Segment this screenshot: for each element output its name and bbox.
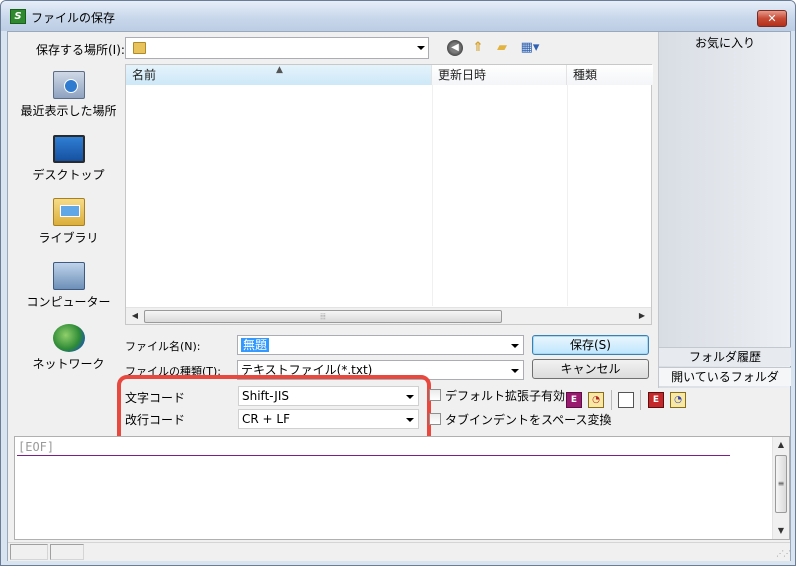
chevron-down-icon: [511, 369, 519, 373]
back-icon[interactable]: ◀: [447, 40, 463, 56]
up-folder-icon[interactable]: ⇑: [470, 40, 486, 56]
encoding-history-icon[interactable]: ◔: [588, 392, 604, 408]
chevron-down-icon[interactable]: [511, 344, 519, 348]
place-label: ライブラリ: [38, 231, 99, 245]
save-button[interactable]: 保存(S): [532, 335, 649, 355]
column-label: 名前: [132, 68, 157, 82]
eof-underline: [17, 455, 730, 456]
scroll-right-icon[interactable]: ▶: [634, 309, 650, 323]
location-label: 保存する場所(I):: [36, 43, 125, 57]
save-dialog-window: S ファイルの保存 ✕ 保存する場所(I): ◀ ⇑ ▰ ▦▾ 最近表示した場所…: [0, 0, 796, 566]
close-button[interactable]: ✕: [757, 10, 787, 27]
filename-field[interactable]: 無題: [237, 335, 524, 355]
toolbar-separator: [640, 390, 641, 410]
default-extension-label: デフォルト拡張子有効: [445, 389, 566, 403]
network-icon: [52, 324, 85, 352]
favorites-panel: お気に入り フォルダ履歴 開いているフォルダ: [658, 32, 791, 388]
recent-places-icon: [52, 71, 85, 99]
place-recent[interactable]: 最近表示した場所: [14, 71, 123, 119]
folder-icon: [133, 42, 146, 54]
places-bar: 最近表示した場所 デスクトップ ライブラリ コンピューター ネットワーク: [14, 65, 123, 375]
title-bar[interactable]: S ファイルの保存 ✕: [1, 1, 795, 31]
cancel-button[interactable]: キャンセル: [532, 359, 649, 379]
status-cell: [50, 544, 84, 560]
horizontal-scrollbar[interactable]: ◀ ⦙⦙⦙ ▶: [126, 307, 651, 324]
scroll-down-icon[interactable]: ▼: [773, 524, 789, 538]
column-divider: [567, 85, 568, 306]
scroll-thumb[interactable]: ≡: [775, 455, 787, 513]
column-header-name[interactable]: 名前 ▲: [126, 65, 432, 85]
editor-preview[interactable]: [EOF] ▲ ≡ ▼: [14, 436, 790, 540]
place-label: コンピューター: [26, 295, 111, 309]
encoding-detect-icon[interactable]: E: [566, 392, 582, 408]
location-combo[interactable]: [125, 37, 429, 59]
views-menu-icon[interactable]: ▦▾: [517, 40, 543, 56]
filename-value: 無題: [241, 338, 270, 352]
default-extension-checkbox[interactable]: [429, 389, 441, 401]
line-ending-history-icon[interactable]: ◔: [670, 392, 686, 408]
place-computer[interactable]: コンピューター: [14, 262, 123, 310]
tab-folder-history[interactable]: フォルダ履歴: [659, 347, 791, 366]
dialog-body: 保存する場所(I): ◀ ⇑ ▰ ▦▾ 最近表示した場所 デスクトップ ライブラ…: [7, 31, 791, 561]
line-ending-detect-icon[interactable]: E: [648, 392, 664, 408]
computer-icon: [52, 262, 85, 290]
vertical-scrollbar[interactable]: ▲ ≡ ▼: [772, 437, 789, 539]
chevron-down-icon: [417, 46, 425, 50]
resize-grip-icon[interactable]: ⋰⋰: [776, 548, 791, 560]
document-icon[interactable]: [618, 392, 634, 408]
tab-indent-label: タブインデントをスペース変換: [445, 413, 612, 427]
place-label: ネットワーク: [32, 357, 105, 371]
place-network[interactable]: ネットワーク: [14, 324, 123, 372]
desktop-icon: [52, 135, 85, 163]
app-icon: S: [10, 9, 26, 24]
scroll-up-icon[interactable]: ▲: [773, 438, 789, 452]
scroll-left-icon[interactable]: ◀: [127, 309, 143, 323]
tab-open-folders[interactable]: 開いているフォルダ: [659, 367, 791, 386]
column-header-date[interactable]: 更新日時: [432, 65, 567, 85]
column-divider: [432, 85, 433, 306]
status-cell: [10, 544, 48, 560]
filename-label: ファイル名(N):: [125, 340, 201, 353]
tab-indent-checkbox[interactable]: [429, 413, 441, 425]
place-label: デスクトップ: [32, 168, 105, 182]
eof-marker: [EOF]: [18, 440, 55, 454]
favorites-title: お気に入り: [694, 36, 755, 50]
sort-ascending-icon: ▲: [276, 65, 283, 75]
scroll-thumb[interactable]: ⦙⦙⦙: [144, 310, 502, 323]
new-folder-icon[interactable]: ▰: [494, 40, 510, 56]
library-icon: [52, 198, 85, 226]
place-desktop[interactable]: デスクトップ: [14, 135, 123, 183]
status-bar: ⋰⋰: [8, 542, 791, 561]
place-label: 最近表示した場所: [20, 104, 117, 118]
toolbar-separator: [611, 390, 612, 410]
place-library[interactable]: ライブラリ: [14, 198, 123, 246]
column-header-type[interactable]: 種類: [567, 65, 653, 85]
file-list[interactable]: 名前 ▲ 更新日時 種類 ◀ ⦙⦙⦙ ▶: [125, 64, 653, 325]
window-title: ファイルの保存: [31, 11, 116, 25]
